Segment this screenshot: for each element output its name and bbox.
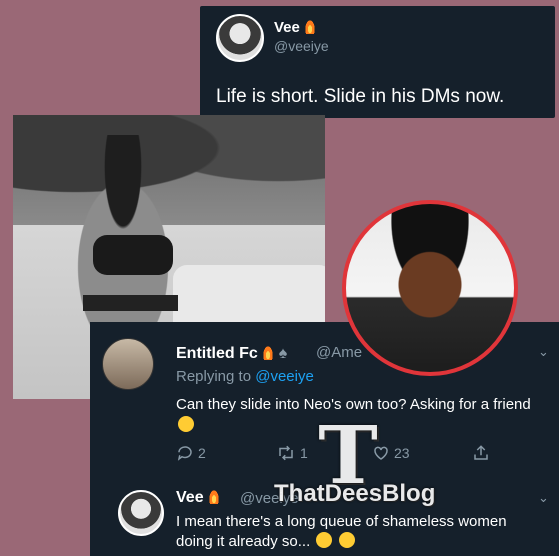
replying-to: Replying to @veeiye [176,368,314,385]
tweet-text: Life is short. Slide in his DMs now. [216,86,505,107]
flame-icon [208,488,221,504]
portrait-image [342,200,518,376]
retweet-icon [279,445,293,461]
reply-count: 2 [198,445,206,461]
like-count: 23 [394,445,410,461]
photo-clothing-band [83,295,178,311]
reply-button[interactable]: 2 [176,444,206,462]
tweet-author-name[interactable]: Entitled Fc ♠ [176,344,287,363]
replying-label: Replying to [176,368,252,385]
weary-emoji-icon [316,532,333,548]
avatar[interactable] [216,14,264,62]
share-button[interactable] [472,444,490,462]
share-icon [474,445,488,460]
tweet-card-top[interactable]: Vee @veeiye Life is short. Slide in his … [200,6,555,118]
retweet-button[interactable]: 1 [276,444,308,462]
avatar[interactable] [102,338,154,390]
watermark-text: ThatDeesBlog [274,480,436,507]
tweet-author-name[interactable]: Vee [176,488,221,507]
laughing-emoji-icon [338,532,355,548]
smile-emoji-icon [178,416,194,432]
screenshot-collage: Vee @veeiye Life is short. Slide in his … [0,0,559,556]
tweet-author-handle[interactable]: @Ame [316,344,362,361]
avatar[interactable] [118,490,164,536]
photo-clothing-top [93,235,173,275]
chevron-down-icon[interactable]: ⌄ [538,490,549,506]
tweet-author-name[interactable]: Vee [274,18,317,36]
chevron-down-icon[interactable]: ⌄ [538,344,549,360]
tweet-author-handle[interactable]: @veeiye [274,38,329,54]
author-name-text: Vee [274,19,300,36]
author-name-text: Vee [176,489,204,506]
mention-link[interactable]: @veeiye [255,368,314,385]
spade-icon: ♠ [278,345,288,362]
retweet-count: 1 [300,445,308,461]
tweet-text: I mean there's a long queue of shameless… [176,512,536,552]
reply-icon [177,446,192,461]
flame-icon [304,18,317,34]
author-name-text: Entitled Fc [176,345,258,362]
flame-icon [262,344,275,360]
